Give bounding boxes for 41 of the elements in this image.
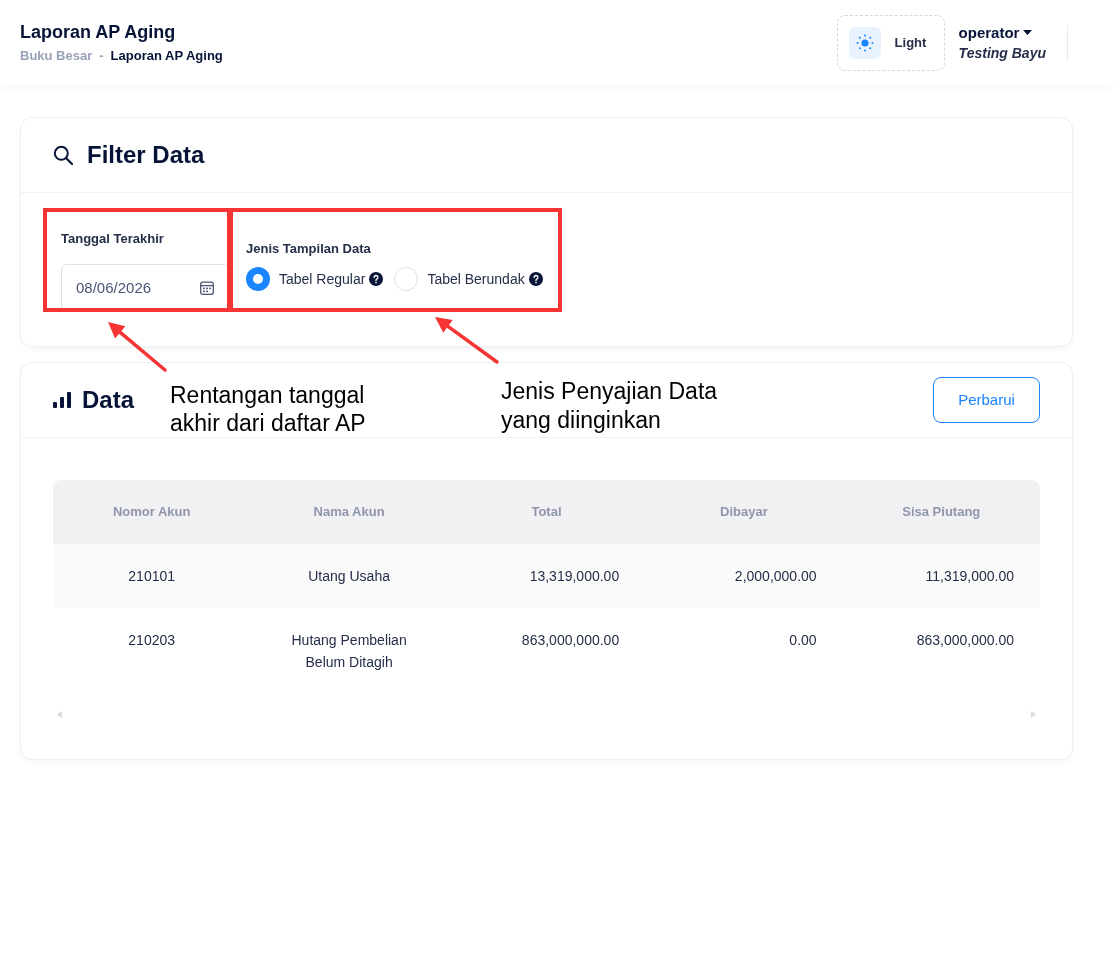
sun-icon xyxy=(848,26,881,59)
radio-button[interactable] xyxy=(246,267,270,291)
search-icon xyxy=(53,145,73,165)
field-label: Tanggal Terakhir xyxy=(61,231,165,247)
arrow xyxy=(435,317,499,364)
user-role-text: Testing Bayu xyxy=(958,43,1046,63)
column-header: Total xyxy=(531,503,562,522)
card-title: Data xyxy=(82,385,135,415)
annotation-text: Jenis Penyajian Data yang diinginkan xyxy=(501,377,718,435)
refresh-button[interactable]: Perbarui xyxy=(933,377,1040,423)
field-label: Jenis Tampilan Data xyxy=(246,241,372,257)
user-menu-button[interactable]: operator xyxy=(958,22,1033,43)
table-cell-text: Hutang Pembelian Belum Ditagih xyxy=(290,631,408,672)
help-icon[interactable] xyxy=(369,272,384,286)
table-cell-text: 2,000,000.00 xyxy=(734,567,817,586)
table-cell-text: 0.00 xyxy=(789,631,817,650)
breadcrumb-separator: - xyxy=(99,47,104,65)
caret-icon xyxy=(1023,30,1033,35)
card-title: Filter Data xyxy=(87,140,205,170)
table-cell-text: 11,319,000.00 xyxy=(925,567,1014,586)
page-title: Laporan AP Aging xyxy=(20,21,177,44)
option-label[interactable]: Tabel Regular xyxy=(279,269,366,289)
breadcrumb-link[interactable]: Laporan AP Aging xyxy=(110,47,223,65)
theme-toggle-button[interactable]: Light xyxy=(836,14,945,71)
bar-chart-icon xyxy=(53,392,71,408)
arrow xyxy=(108,322,167,372)
table-cell-text: 863,000,000.00 xyxy=(521,631,620,650)
column-header: Nama Akun xyxy=(313,503,385,522)
option-label[interactable]: Tabel Berundak xyxy=(427,269,525,289)
table-cell-text: Utang Usaha xyxy=(308,567,390,586)
table-cell-text: 13,319,000.00 xyxy=(529,567,620,586)
table-cell-text: 210203 xyxy=(128,631,176,650)
calendar-icon[interactable] xyxy=(200,281,214,295)
annotation-text: Rentangan tanggal akhir dari daftar AP xyxy=(170,381,366,437)
column-header: Dibayar xyxy=(720,503,768,522)
table-cell-text: 863,000,000.00 xyxy=(916,631,1014,650)
column-header: Nomor Akun xyxy=(112,503,191,522)
help-icon[interactable] xyxy=(528,272,543,286)
table-cell-text: 210101 xyxy=(128,567,176,586)
column-header: Sisa Piutang xyxy=(902,503,981,522)
radio-button[interactable] xyxy=(394,267,419,291)
